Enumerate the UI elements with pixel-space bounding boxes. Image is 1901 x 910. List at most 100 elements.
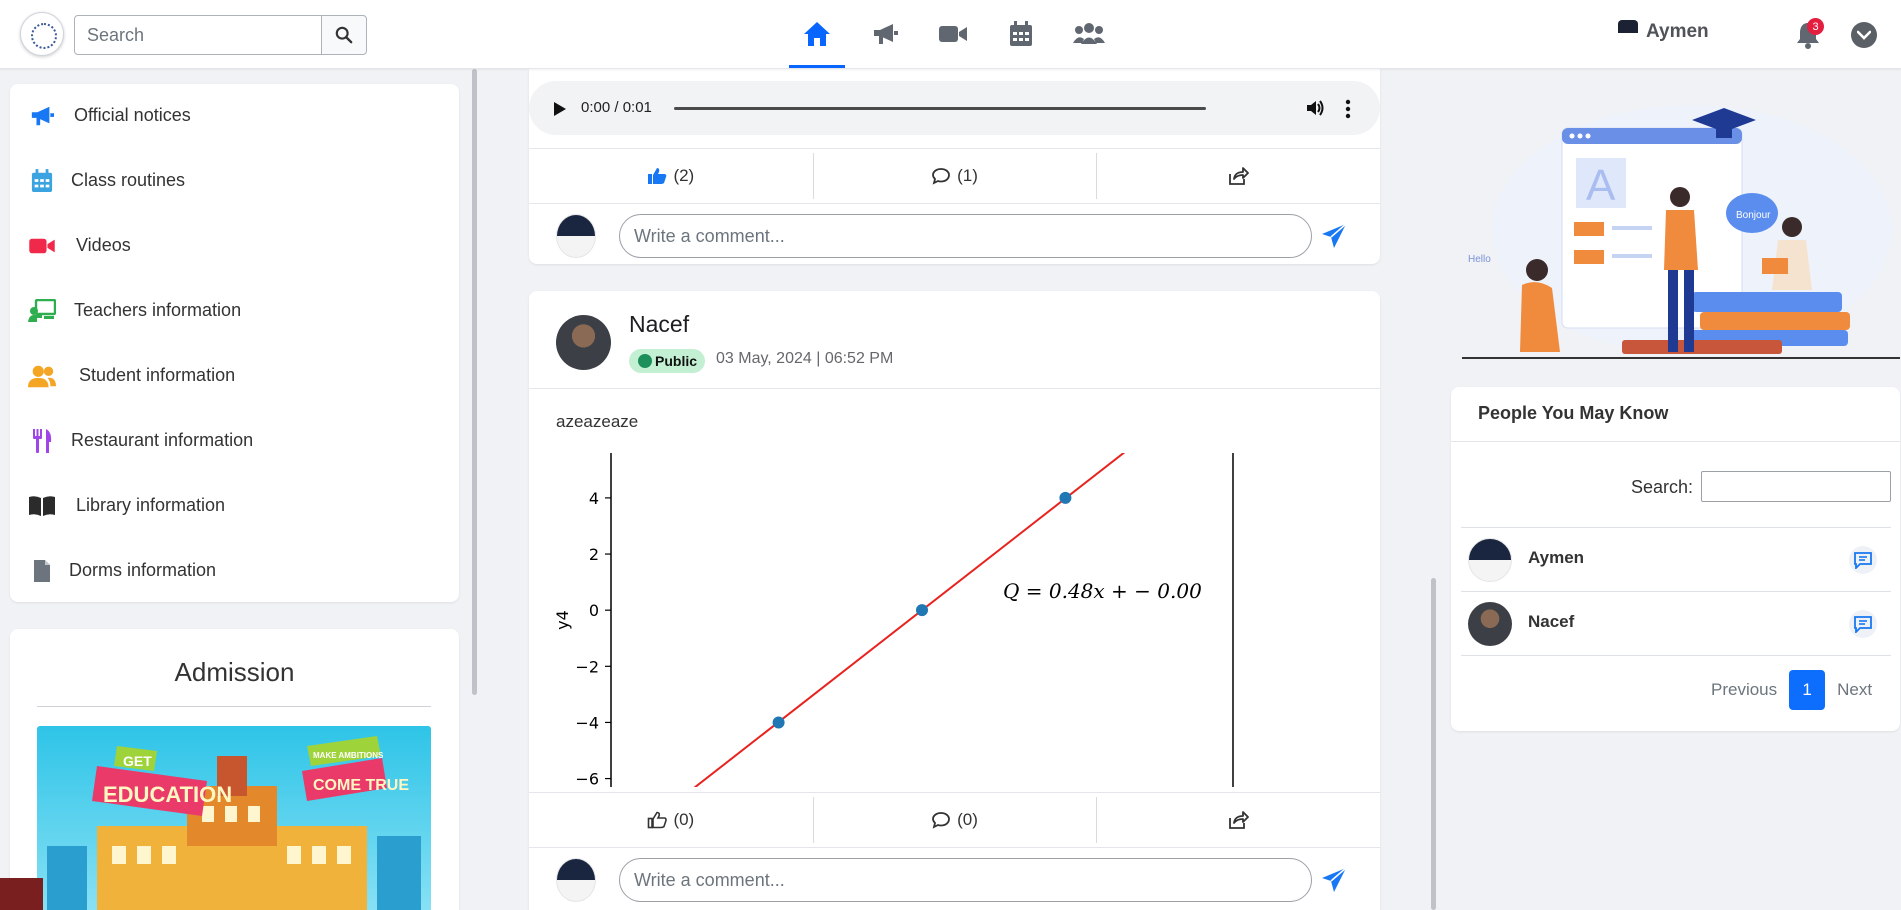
share-button[interactable]	[1096, 149, 1380, 203]
chart-point	[772, 716, 785, 729]
post-author[interactable]: Nacef	[629, 311, 689, 338]
feed-scrollbar[interactable]	[1431, 578, 1436, 910]
comment-input[interactable]	[619, 858, 1312, 902]
sidebar-item-restaurant-information[interactable]: Restaurant information	[10, 409, 459, 473]
group-icon	[1073, 23, 1105, 44]
share-icon	[1229, 811, 1250, 829]
nav-home[interactable]	[783, 0, 851, 68]
sidebar-item-official-notices[interactable]: Official notices	[10, 84, 459, 148]
sidebar-item-student-information[interactable]: Student information	[10, 344, 459, 408]
users-icon	[28, 365, 56, 388]
post-actions: (2) (1)	[529, 148, 1380, 204]
chart-y-tick-label: 0	[589, 601, 599, 620]
thumbs-up-icon	[648, 811, 668, 829]
audio-progress[interactable]	[674, 107, 1206, 110]
nav-groups[interactable]	[1055, 0, 1123, 68]
account-menu-button[interactable]	[1851, 22, 1877, 48]
chart-y-tick-label: 4	[589, 489, 599, 508]
send-icon[interactable]	[1320, 222, 1348, 250]
nav-announcements[interactable]	[851, 0, 919, 68]
sidebar-item-videos[interactable]: Videos	[10, 214, 459, 278]
admission-banner-image[interactable]: GET EDUCATION MAKE AMBITIONS COME TRUE	[37, 726, 431, 910]
notification-badge: 3	[1807, 18, 1824, 35]
sidebar-item-teachers-information[interactable]: Teachers information	[10, 279, 459, 343]
chart-y-tick-label: −4	[575, 713, 599, 732]
search-button[interactable]	[321, 15, 367, 55]
site-logo[interactable]	[20, 12, 64, 56]
share-button[interactable]	[1096, 793, 1380, 847]
avatar	[1618, 20, 1638, 44]
sidebar-item-label: Library information	[76, 495, 226, 515]
pager-previous[interactable]: Previous	[1711, 680, 1777, 700]
search-input[interactable]	[74, 15, 322, 55]
book-icon	[29, 496, 55, 516]
pager-next[interactable]: Next	[1837, 680, 1872, 700]
share-icon	[1229, 167, 1250, 185]
chart-point	[916, 604, 928, 617]
megaphone-icon	[874, 24, 898, 44]
hero-card-letter: A	[1586, 161, 1616, 210]
user-profile-link[interactable]: Aymen	[1618, 20, 1709, 44]
chart-point	[1059, 491, 1072, 504]
chevron-down-icon	[1857, 30, 1871, 40]
play-icon[interactable]	[553, 101, 567, 117]
avatar	[1468, 538, 1512, 582]
people-search-label: Search:	[1631, 477, 1694, 497]
chat-icon	[1854, 616, 1872, 633]
nav-videos[interactable]	[919, 0, 987, 68]
hero-hello-text: Hello	[1468, 254, 1491, 265]
comment-count: (0)	[957, 810, 978, 829]
list-item[interactable]: Nacef	[1461, 591, 1891, 655]
message-button[interactable]	[1849, 610, 1877, 638]
admission-illustration: GET EDUCATION MAKE AMBITIONS COME TRUE	[37, 726, 431, 910]
send-icon[interactable]	[1320, 866, 1348, 894]
comment-button[interactable]: (0)	[812, 793, 1097, 847]
nav-calendar[interactable]	[987, 0, 1055, 68]
people-search-input[interactable]	[1701, 471, 1891, 502]
user-name: Aymen	[1646, 21, 1709, 42]
file-icon	[34, 560, 50, 582]
avatar	[556, 214, 596, 258]
person-name[interactable]: Nacef	[1528, 612, 1574, 632]
sidebar-item-dorms-information[interactable]: Dorms information	[10, 539, 459, 603]
author-avatar[interactable]	[556, 315, 611, 370]
like-button[interactable]: (2)	[529, 149, 813, 203]
sidebar-scrollbar[interactable]	[472, 69, 477, 695]
audio-player[interactable]: 0:00 / 0:01	[529, 81, 1380, 135]
sidebar-menu: Official notices Class routines Videos T…	[10, 84, 459, 602]
sidebar-item-label: Videos	[76, 235, 131, 255]
pagination: Previous 1 Next	[1711, 670, 1872, 710]
sidebar-item-label: Student information	[79, 365, 236, 385]
home-icon	[804, 22, 830, 46]
search-icon	[335, 26, 353, 44]
person-name[interactable]: Aymen	[1528, 548, 1584, 568]
comment-input[interactable]	[619, 214, 1312, 258]
chat-icon	[1854, 552, 1872, 569]
sidebar-item-library-information[interactable]: Library information	[10, 474, 459, 538]
like-count: (2)	[673, 166, 695, 185]
comment-icon	[932, 812, 951, 829]
avatar	[556, 858, 596, 902]
main-nav	[783, 0, 1123, 68]
debug-badge[interactable]	[0, 878, 43, 910]
sidebar-item-class-routines[interactable]: Class routines	[10, 149, 459, 213]
chart-annotation: Q = 0.48x + − 0.00	[1003, 579, 1202, 603]
students-illustration: A Bonjour Hello	[1462, 105, 1900, 359]
comment-button[interactable]: (1)	[812, 149, 1097, 203]
comment-icon	[932, 168, 951, 185]
message-button[interactable]	[1849, 546, 1877, 574]
volume-icon[interactable]	[1305, 98, 1325, 118]
comment-composer	[529, 204, 1380, 268]
admission-title: Admission	[174, 657, 295, 687]
chart-image: 4 2 0 −2 −4 −6 y4 Q = 0.48x + − 0.00	[529, 453, 1380, 787]
banner-text-come: COME TRUE	[313, 777, 409, 794]
chart-y-tick-label: 2	[589, 545, 599, 564]
sidebar-item-label: Teachers information	[74, 300, 242, 320]
pager-page[interactable]: 1	[1789, 670, 1826, 710]
sidebar-item-label: Dorms information	[69, 560, 217, 580]
list-item[interactable]: Aymen	[1461, 527, 1891, 591]
like-button[interactable]: (0)	[529, 793, 813, 847]
more-options-icon[interactable]	[1345, 99, 1351, 119]
thumbs-up-icon	[648, 168, 667, 184]
comment-composer	[529, 848, 1380, 910]
